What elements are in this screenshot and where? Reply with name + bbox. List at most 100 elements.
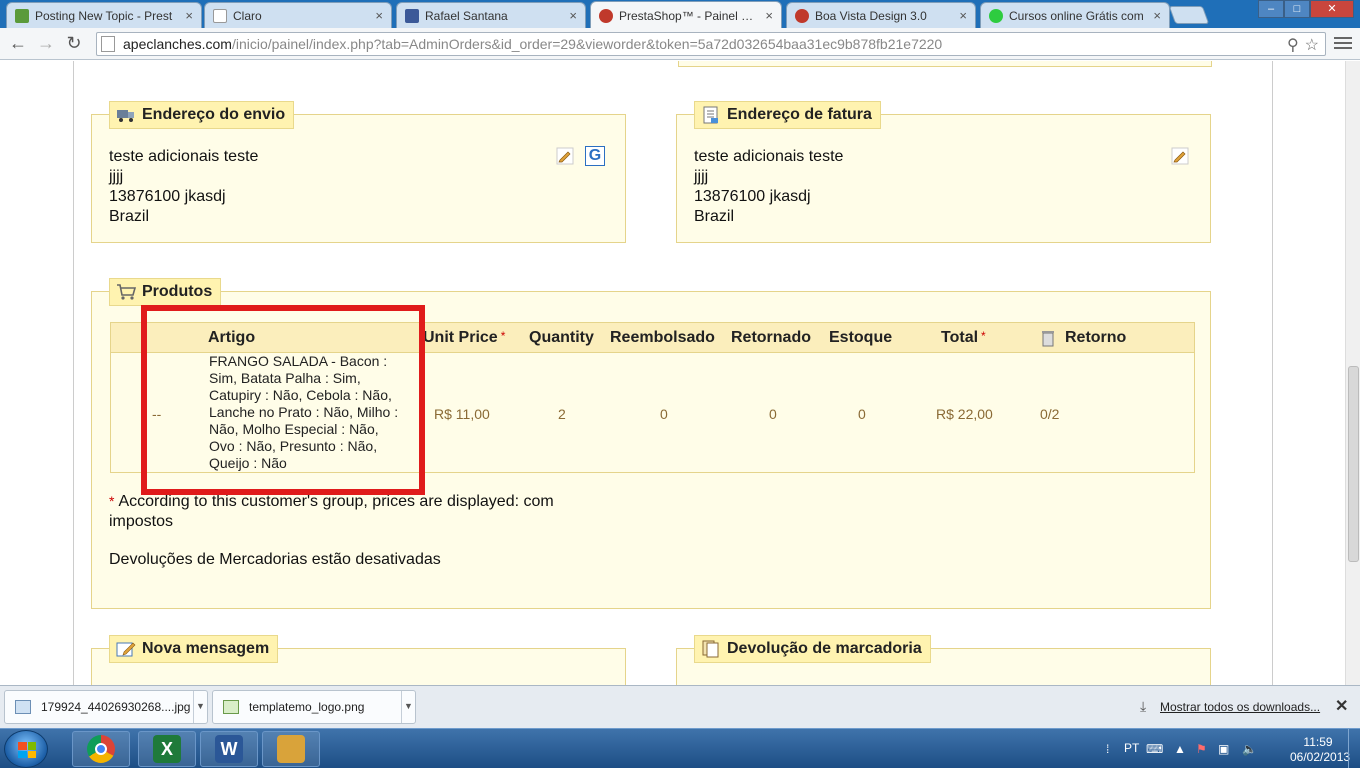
image-file-icon bbox=[223, 700, 239, 714]
show-all-downloads-link[interactable]: Mostrar todos os downloads... bbox=[1160, 700, 1320, 714]
minimize-button[interactable]: – bbox=[1258, 0, 1284, 18]
required-mark: * bbox=[500, 329, 506, 343]
tab-boa-vista[interactable]: Boa Vista Design 3.0 × bbox=[786, 2, 976, 28]
address-line: Brazil bbox=[109, 208, 150, 225]
shipping-address-title: Endereço do envio bbox=[142, 106, 286, 123]
total-label: Total bbox=[941, 329, 979, 346]
tab-cursos-online[interactable]: Cursos online Grátis com × bbox=[980, 2, 1170, 28]
invoice-address-panel: Endereço de fatura teste adicionais test… bbox=[676, 101, 1211, 243]
tab-rafael-santana[interactable]: Rafael Santana × bbox=[396, 2, 586, 28]
address-bar[interactable]: apeclanches.com/inicio/painel/index.php?… bbox=[96, 32, 1326, 56]
chevron-down-icon[interactable]: ▼ bbox=[401, 691, 415, 723]
unit-price-value: R$ 11,00 bbox=[434, 406, 490, 422]
address-line: teste adicionais teste bbox=[109, 148, 259, 165]
refunded-value: 0 bbox=[660, 406, 668, 422]
taskbar-excel[interactable]: X bbox=[138, 731, 196, 767]
message-edit-icon bbox=[116, 640, 136, 658]
invoice-icon bbox=[701, 106, 721, 124]
prestashop-favicon-icon bbox=[795, 8, 809, 23]
system-clock[interactable]: 11:59 06/02/2013 bbox=[1290, 735, 1351, 765]
column-header-total: Total * bbox=[941, 329, 986, 347]
column-header-quantity: Quantity bbox=[529, 329, 594, 346]
browser-toolbar: ← → ↻ apeclanches.com/inicio/painel/inde… bbox=[0, 28, 1360, 60]
tab-title: PrestaShop™ - Painel de A bbox=[619, 8, 760, 23]
shipping-address-legend: Endereço do envio bbox=[109, 101, 295, 129]
tab-claro[interactable]: Claro × bbox=[204, 2, 392, 28]
close-icon[interactable]: × bbox=[1153, 8, 1161, 23]
column-header-refunded: Reembolsado bbox=[610, 329, 715, 346]
keyboard-icon[interactable]: ⌨ bbox=[1146, 742, 1163, 756]
volume-icon[interactable]: 🔈 bbox=[1242, 742, 1257, 756]
windows-taskbar: X W ⁞ PT ⌨ ▲ ⚑ ▣ 🔈 11:59 06/02/2013 bbox=[0, 728, 1360, 768]
page-icon bbox=[101, 36, 115, 52]
tab-title: Posting New Topic - Prest bbox=[35, 8, 173, 23]
start-button[interactable] bbox=[4, 730, 48, 768]
download-item[interactable]: 179924_44026930268....jpg ▼ bbox=[4, 690, 208, 724]
zoom-icon[interactable]: ⚲ bbox=[1287, 35, 1299, 55]
products-legend: Produtos bbox=[109, 278, 222, 306]
taskbar-paint[interactable] bbox=[262, 731, 320, 767]
action-center-flag-icon[interactable]: ⚑ bbox=[1196, 742, 1207, 756]
price-display-note: * According to this customer's group, pri… bbox=[109, 491, 609, 532]
close-window-button[interactable]: ✕ bbox=[1310, 0, 1354, 18]
trash-icon bbox=[1041, 329, 1055, 352]
quantity-value: 2 bbox=[558, 406, 566, 422]
scrollbar-thumb[interactable] bbox=[1348, 366, 1359, 562]
network-icon[interactable]: ▣ bbox=[1218, 742, 1229, 756]
paint-palette-icon bbox=[277, 735, 305, 763]
merchandise-return-title: Devolução de marcadoria bbox=[727, 640, 922, 657]
new-message-legend: Nova mensagem bbox=[109, 635, 279, 663]
shopping-cart-icon bbox=[116, 283, 137, 301]
address-line: jjjj bbox=[109, 168, 124, 185]
taskbar-chrome[interactable] bbox=[72, 731, 130, 767]
bookmark-star-icon[interactable]: ☆ bbox=[1305, 35, 1319, 55]
maximize-button[interactable]: □ bbox=[1284, 0, 1310, 18]
clock-time: 11:59 bbox=[1303, 735, 1333, 749]
tab-title: Boa Vista Design 3.0 bbox=[815, 8, 927, 23]
language-indicator[interactable]: PT bbox=[1124, 741, 1139, 755]
edit-pencil-icon[interactable] bbox=[1171, 147, 1189, 165]
tab-prestashop[interactable]: PrestaShop™ - Painel de A × bbox=[590, 1, 782, 29]
show-hidden-icons-icon[interactable]: ▲ bbox=[1174, 742, 1186, 756]
chevron-down-icon[interactable]: ▼ bbox=[193, 691, 207, 723]
required-mark: * bbox=[981, 329, 986, 343]
returns-disabled-note: Devoluções de Mercadorias estão desativa… bbox=[109, 551, 441, 568]
clock-date: 06/02/2013 bbox=[1290, 750, 1351, 764]
site-favicon-icon bbox=[989, 8, 1003, 23]
address-line: teste adicionais teste bbox=[694, 148, 844, 165]
new-message-panel: Nova mensagem bbox=[91, 635, 626, 685]
close-icon[interactable]: × bbox=[765, 8, 773, 23]
close-icon[interactable]: × bbox=[375, 8, 383, 23]
show-desktop-button[interactable] bbox=[1348, 729, 1360, 768]
close-icon[interactable]: × bbox=[959, 8, 967, 23]
page-favicon-icon bbox=[213, 8, 227, 23]
new-message-title: Nova mensagem bbox=[142, 640, 270, 657]
close-icon[interactable]: × bbox=[569, 8, 577, 23]
new-tab-button[interactable] bbox=[1168, 6, 1210, 24]
taskbar-word[interactable]: W bbox=[200, 731, 258, 767]
download-item[interactable]: templatemo_logo.png ▼ bbox=[212, 690, 416, 724]
tab-posting-new-topic[interactable]: Posting New Topic - Prest × bbox=[6, 2, 202, 28]
reload-button[interactable]: ↻ bbox=[62, 32, 86, 56]
close-icon[interactable]: × bbox=[185, 8, 193, 23]
chrome-menu-icon[interactable] bbox=[1334, 34, 1352, 52]
forward-button[interactable]: → bbox=[34, 32, 58, 56]
url-path: /inicio/painel/index.php?tab=AdminOrders… bbox=[231, 36, 943, 52]
stock-value: 0 bbox=[858, 406, 866, 422]
return-value: 0/2 bbox=[1040, 406, 1060, 422]
column-header-unit-price: Unit Price * bbox=[423, 329, 505, 347]
google-maps-icon[interactable]: G bbox=[585, 146, 605, 166]
invoice-address-legend: Endereço de fatura bbox=[694, 101, 881, 129]
price-display-note-text: According to this customer's group, pric… bbox=[109, 493, 554, 530]
products-title: Produtos bbox=[142, 283, 213, 300]
merchandise-return-legend: Devolução de marcadoria bbox=[694, 635, 931, 663]
back-button[interactable]: ← bbox=[6, 32, 30, 56]
window-controls: – □ ✕ bbox=[1258, 0, 1354, 18]
close-download-bar-button[interactable]: ✕ bbox=[1335, 696, 1348, 716]
edit-pencil-icon[interactable] bbox=[556, 147, 574, 165]
column-header-return: Retorno bbox=[1065, 329, 1127, 346]
merchandise-return-panel: Devolução de marcadoria bbox=[676, 635, 1211, 685]
tab-title: Rafael Santana bbox=[425, 8, 508, 23]
previous-panel-edge bbox=[678, 61, 1212, 67]
vertical-scrollbar[interactable] bbox=[1345, 61, 1360, 685]
